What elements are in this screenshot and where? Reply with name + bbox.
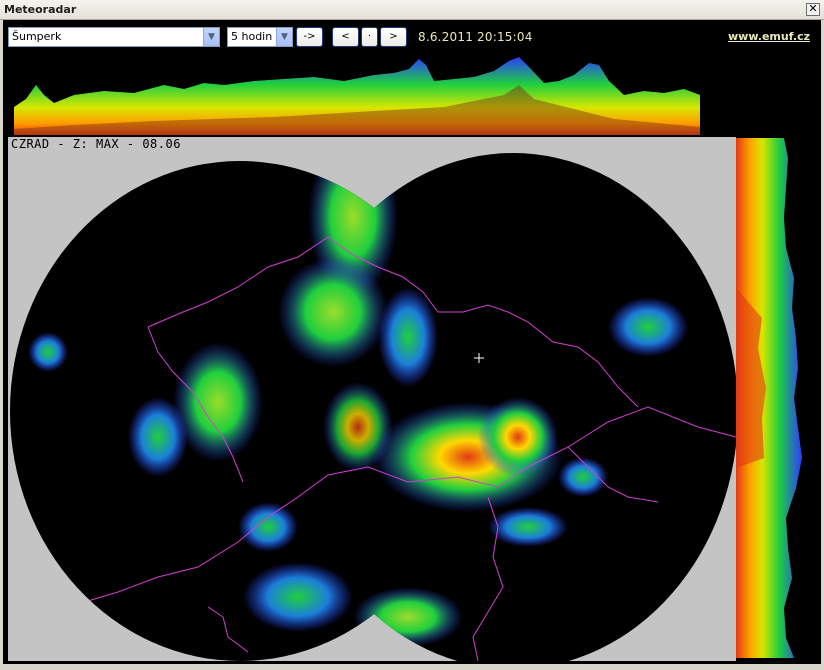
period-select-value: 5 hodin	[231, 30, 273, 43]
top-intensity-strip	[14, 57, 700, 135]
title-bar: Meteoradar ✕	[0, 0, 824, 20]
chevron-down-icon[interactable]: ▼	[203, 28, 219, 46]
radar-product-label: CZRAD - Z: MAX - 08.06	[11, 137, 181, 151]
next-frame-button[interactable]: >	[380, 27, 407, 47]
radar-map	[8, 137, 736, 661]
side-intensity-strip	[736, 138, 802, 658]
location-select[interactable]: Šumperk ▼	[8, 27, 220, 47]
period-select[interactable]: 5 hodin ▼	[227, 27, 293, 47]
window-bottom-border	[0, 664, 824, 670]
window-title: Meteoradar	[4, 3, 77, 16]
chevron-down-icon[interactable]: ▼	[276, 28, 292, 46]
location-select-value: Šumperk	[12, 30, 62, 43]
current-frame-button[interactable]: ·	[361, 27, 378, 47]
site-link[interactable]: www.emuf.cz	[728, 30, 810, 43]
close-icon[interactable]: ✕	[806, 3, 820, 16]
frame-timestamp: 8.6.2011 20:15:04	[418, 30, 533, 44]
go-button[interactable]: ->	[296, 27, 323, 47]
prev-frame-button[interactable]: <	[332, 27, 359, 47]
